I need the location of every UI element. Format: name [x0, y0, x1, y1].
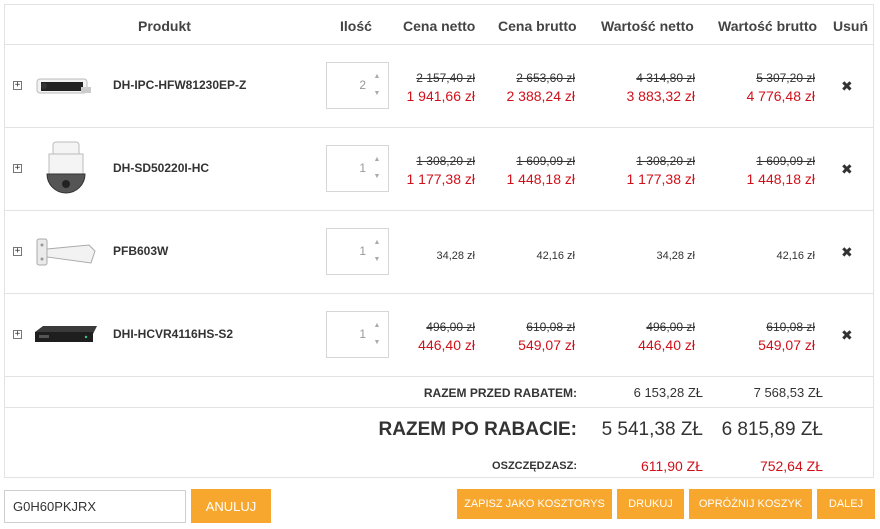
- net-value-new: 3 883,32 zł: [626, 88, 696, 104]
- net-value: 34,28 zł: [656, 250, 695, 262]
- remove-icon[interactable]: ✖: [841, 244, 853, 261]
- remove-icon[interactable]: ✖: [841, 78, 853, 95]
- gross-value-old: 5 307,20 zł: [756, 71, 815, 85]
- header-gross-value: Wartość brutto: [718, 18, 818, 34]
- expand-icon[interactable]: +: [13, 81, 22, 90]
- gross-price: 42,16 zł: [536, 250, 575, 262]
- gross-value-new: 549,07 zł: [758, 337, 815, 353]
- remove-icon[interactable]: ✖: [841, 161, 853, 178]
- header-qty: Ilość: [340, 18, 372, 34]
- total-after-gross: 6 815,89 ZŁ: [721, 419, 823, 440]
- savings-net: 611,90 ZŁ: [640, 458, 703, 474]
- cart-table: Produkt Ilość Cena netto Cena brutto War…: [4, 4, 874, 478]
- total-before-gross: 7 568,53 ZŁ: [753, 385, 823, 400]
- header-net-value: Wartość netto: [601, 18, 694, 34]
- gross-value: 42,16 zł: [776, 250, 815, 262]
- cart-header: Produkt Ilość Cena netto Cena brutto War…: [5, 5, 873, 45]
- cancel-coupon-button[interactable]: ANULUJ: [191, 489, 271, 523]
- dvr-recorder-image: [35, 326, 97, 342]
- net-value-old: 1 308,20 zł: [636, 154, 695, 168]
- product-name[interactable]: DH-SD50220I-HC: [113, 161, 209, 175]
- net-value-new: 446,40 zł: [638, 337, 695, 353]
- gross-price-old: 2 653,60 zł: [516, 71, 575, 85]
- cart-row: + DH-IPC-HFW81230EP-Z 2 ▲ ▼ 2 157,40 zł …: [5, 45, 873, 128]
- bullet-camera-image: [36, 78, 91, 94]
- header-gross-price: Cena brutto: [498, 18, 577, 34]
- total-after-net: 5 541,38 ZŁ: [601, 419, 703, 440]
- next-button[interactable]: DALEJ: [817, 489, 875, 519]
- cart-row: + DHI-HCVR4116HS-S2 1 ▲ ▼ 496,00 zł 446,…: [5, 294, 873, 377]
- dome-camera-image: [46, 141, 86, 194]
- totals-after-discount: RAZEM PO RABACIE: 5 541,38 ZŁ 6 815,89 Z…: [5, 408, 873, 479]
- gross-price-old: 1 609,09 zł: [516, 154, 575, 168]
- net-value-new: 1 177,38 zł: [626, 171, 696, 187]
- total-before-net: 6 153,28 ZŁ: [633, 385, 703, 400]
- cart-row: + DH-SD50220I-HC 1 ▲ ▼ 1 308,20 zł 1 177…: [5, 128, 873, 211]
- total-before-label: RAZEM PRZED RABATEM:: [423, 386, 577, 400]
- header-net-price: Cena netto: [403, 18, 476, 34]
- net-value-old: 4 314,80 zł: [636, 71, 695, 85]
- expand-icon[interactable]: +: [13, 164, 22, 173]
- gross-value-old: 610,08 zł: [766, 320, 815, 334]
- expand-icon[interactable]: +: [13, 247, 22, 256]
- print-button[interactable]: DRUKUJ: [617, 489, 684, 519]
- header-remove: Usuń: [833, 18, 868, 34]
- expand-icon[interactable]: +: [13, 330, 22, 339]
- remove-icon[interactable]: ✖: [841, 327, 853, 344]
- gross-value-new: 4 776,48 zł: [746, 88, 816, 104]
- gross-price-old: 610,08 zł: [526, 320, 575, 334]
- savings-label: OSZCZĘDZASZ:: [492, 460, 577, 472]
- savings-gross: 752,64 ZŁ: [759, 458, 823, 474]
- product-name[interactable]: PFB603W: [113, 244, 168, 258]
- header-product: Produkt: [138, 18, 191, 34]
- gross-price-new: 549,07 zł: [518, 337, 575, 353]
- gross-value-new: 1 448,18 zł: [746, 171, 816, 187]
- empty-cart-button[interactable]: OPRÓŻNIJ KOSZYK: [689, 489, 812, 519]
- coupon-input[interactable]: [4, 490, 186, 523]
- gross-price-new: 2 388,24 zł: [506, 88, 576, 104]
- gross-price-new: 1 448,18 zł: [506, 171, 576, 187]
- product-name[interactable]: DHI-HCVR4116HS-S2: [113, 327, 233, 341]
- totals-before-discount: RAZEM PRZED RABATEM: 6 153,28 ZŁ 7 568,5…: [5, 377, 873, 408]
- total-after-label: RAZEM PO RABACIE:: [378, 419, 577, 440]
- save-estimate-button[interactable]: ZAPISZ JAKO KOSZTORYS: [457, 489, 612, 519]
- product-name[interactable]: DH-IPC-HFW81230EP-Z: [113, 78, 246, 92]
- gross-value-old: 1 609,09 zł: [756, 154, 815, 168]
- mount-bracket-image: [36, 238, 96, 266]
- cart-row: + PFB603W 1 ▲ ▼ 34,28 zł 42,16 zł 34,28 …: [5, 211, 873, 294]
- net-value-old: 496,00 zł: [646, 320, 695, 334]
